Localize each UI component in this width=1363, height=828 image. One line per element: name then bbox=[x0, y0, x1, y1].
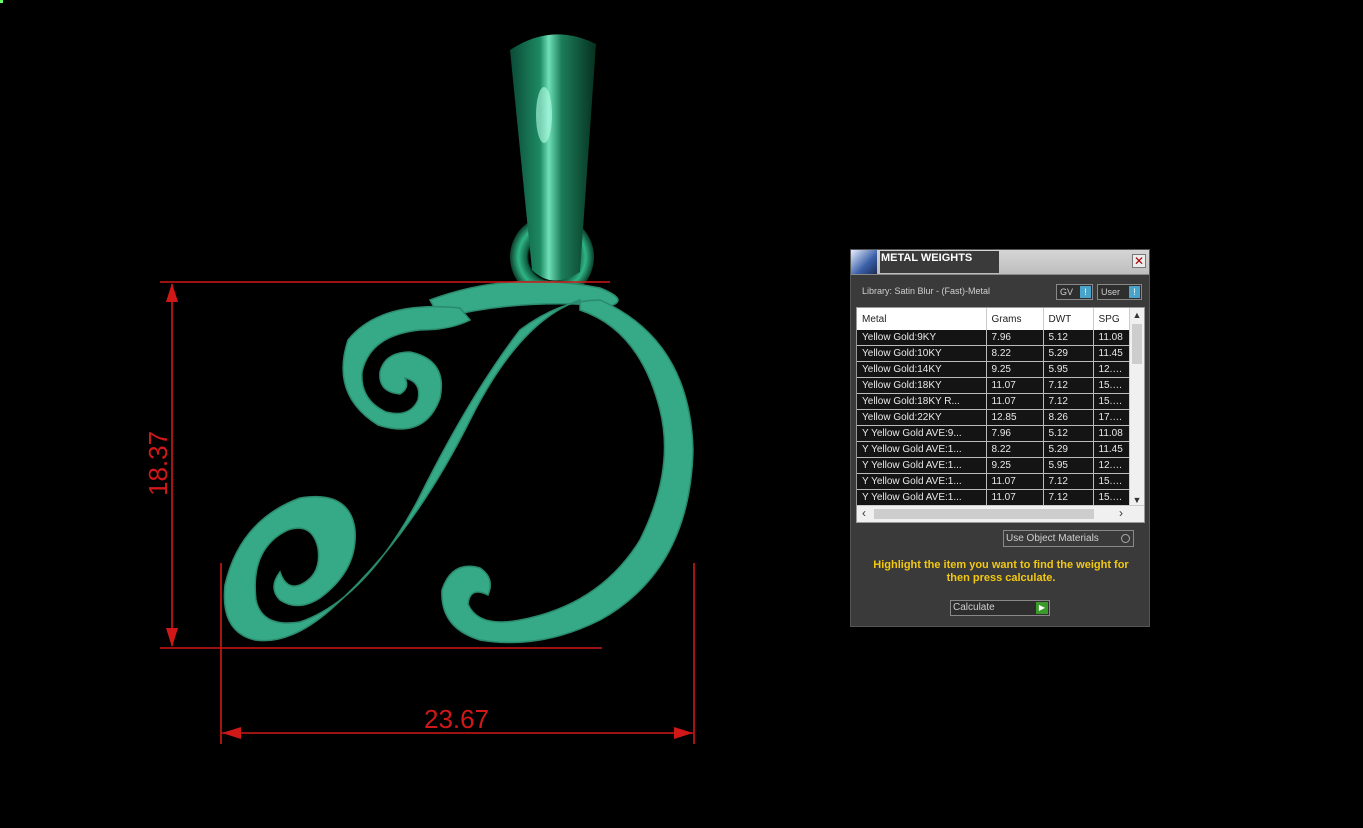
cell-grams: 9.25 bbox=[986, 457, 1044, 474]
cell-grams: 7.96 bbox=[986, 330, 1044, 346]
cell-grams: 11.07 bbox=[986, 489, 1044, 506]
app-logo-icon bbox=[851, 250, 877, 274]
cell-grams: 8.22 bbox=[986, 441, 1044, 458]
pendant-letter-d bbox=[223, 280, 694, 644]
table-row[interactable]: Yellow Gold:18KY 11.07 7.12 15.41 bbox=[857, 377, 1130, 394]
radio-icon[interactable] bbox=[1121, 534, 1130, 543]
close-icon: ✕ bbox=[1133, 254, 1145, 268]
cell-metal: Yellow Gold:9KY bbox=[857, 330, 987, 346]
hint-text: Highlight the item you want to find the … bbox=[873, 559, 1129, 584]
table-row[interactable]: Y Yellow Gold AVE:1... 11.07 7.12 15.41 bbox=[857, 473, 1130, 490]
cell-dwt: 8.26 bbox=[1043, 409, 1094, 426]
cell-grams: 11.07 bbox=[986, 393, 1044, 410]
dimension-height-label: 18.37 bbox=[143, 431, 173, 496]
user-toggle[interactable]: User ! bbox=[1097, 284, 1142, 300]
table-row[interactable]: Y Yellow Gold AVE:1... 9.25 5.95 12.88 bbox=[857, 457, 1130, 474]
dimension-width-label: 23.67 bbox=[424, 704, 489, 734]
close-button[interactable]: ✕ bbox=[1132, 254, 1146, 268]
cell-spg: 15.41 bbox=[1093, 393, 1130, 410]
cell-grams: 7.96 bbox=[986, 425, 1044, 442]
vertical-scrollbar[interactable]: ▲ ▼ bbox=[1129, 308, 1144, 507]
metal-weights-panel: METAL WEIGHTS ✕ Library: Satin Blur - (F… bbox=[850, 249, 1150, 627]
cell-metal: Yellow Gold:18KY R... bbox=[857, 393, 987, 410]
cell-grams: 11.07 bbox=[986, 377, 1044, 394]
cell-metal: Y Yellow Gold AVE:1... bbox=[857, 473, 987, 490]
cell-metal: Yellow Gold:10KY bbox=[857, 345, 987, 362]
table-row[interactable]: Yellow Gold:22KY 12.85 8.26 17.89 bbox=[857, 409, 1130, 426]
cell-metal: Yellow Gold:14KY bbox=[857, 361, 987, 378]
panel-titlebar[interactable]: METAL WEIGHTS ✕ bbox=[851, 250, 1149, 275]
cell-dwt: 5.95 bbox=[1043, 361, 1094, 378]
cell-dwt: 5.12 bbox=[1043, 425, 1094, 442]
table-row[interactable]: Yellow Gold:18KY R... 11.07 7.12 15.41 bbox=[857, 393, 1130, 410]
scroll-up-icon[interactable]: ▲ bbox=[1130, 308, 1144, 322]
cell-spg: 15.41 bbox=[1093, 489, 1130, 506]
3d-viewport[interactable]: 18.37 23.67 bbox=[0, 0, 1363, 828]
cell-metal: Yellow Gold:22KY bbox=[857, 409, 987, 426]
use-object-materials-option[interactable]: Use Object Materials bbox=[1003, 530, 1134, 547]
horizontal-scrollbar[interactable]: ‹ › bbox=[857, 505, 1144, 522]
gv-label: GV bbox=[1060, 287, 1074, 297]
table-row[interactable]: Y Yellow Gold AVE:1... 11.07 7.12 15.41 bbox=[857, 489, 1130, 506]
vertical-scroll-thumb[interactable] bbox=[1132, 324, 1142, 364]
cell-dwt: 5.29 bbox=[1043, 441, 1094, 458]
cell-grams: 11.07 bbox=[986, 473, 1044, 490]
play-icon: ▶ bbox=[1036, 602, 1048, 614]
cell-dwt: 7.12 bbox=[1043, 489, 1094, 506]
column-header-grams[interactable]: Grams bbox=[986, 308, 1044, 330]
user-label: User bbox=[1101, 287, 1121, 297]
library-label: Library: Satin Blur - (Fast)-Metal bbox=[862, 286, 991, 296]
table-row[interactable]: Y Yellow Gold AVE:9... 7.96 5.12 11.08 bbox=[857, 425, 1130, 442]
column-header-metal[interactable]: Metal bbox=[857, 308, 987, 330]
cell-spg: 15.41 bbox=[1093, 377, 1130, 394]
cell-grams: 9.25 bbox=[986, 361, 1044, 378]
pendant-bail bbox=[510, 34, 596, 299]
scroll-left-icon[interactable]: ‹ bbox=[857, 506, 871, 522]
cell-dwt: 7.12 bbox=[1043, 393, 1094, 410]
gv-toggle-icon: ! bbox=[1080, 286, 1091, 298]
cell-metal: Y Yellow Gold AVE:1... bbox=[857, 489, 987, 506]
column-header-spg[interactable]: SPG bbox=[1093, 308, 1130, 330]
metal-table[interactable]: Metal Grams DWT SPG Yellow Gold:9KY 7.96 5… bbox=[856, 307, 1145, 523]
cell-dwt: 5.95 bbox=[1043, 457, 1094, 474]
cell-dwt: 5.12 bbox=[1043, 330, 1094, 346]
calculate-button[interactable]: Calculate ▶ bbox=[950, 600, 1050, 616]
cell-spg: 11.45 bbox=[1093, 345, 1130, 362]
column-header-dwt[interactable]: DWT bbox=[1043, 308, 1094, 330]
cell-dwt: 7.12 bbox=[1043, 473, 1094, 490]
table-row[interactable]: Yellow Gold:14KY 9.25 5.95 12.88 bbox=[857, 361, 1130, 378]
gv-toggle[interactable]: GV ! bbox=[1056, 284, 1093, 300]
use-object-materials-label: Use Object Materials bbox=[1006, 533, 1099, 544]
cell-grams: 8.22 bbox=[986, 345, 1044, 362]
panel-title: METAL WEIGHTS bbox=[880, 251, 999, 273]
table-row[interactable]: Y Yellow Gold AVE:1... 8.22 5.29 11.45 bbox=[857, 441, 1130, 458]
cell-spg: 12.88 bbox=[1093, 457, 1130, 474]
cell-spg: 11.08 bbox=[1093, 425, 1130, 442]
user-toggle-icon: ! bbox=[1129, 286, 1140, 298]
cell-metal: Y Yellow Gold AVE:1... bbox=[857, 441, 987, 458]
cell-dwt: 5.29 bbox=[1043, 345, 1094, 362]
table-header-row: Metal Grams DWT SPG bbox=[857, 308, 1130, 330]
cell-metal: Yellow Gold:18KY bbox=[857, 377, 987, 394]
cell-spg: 15.41 bbox=[1093, 473, 1130, 490]
cell-spg: 12.88 bbox=[1093, 361, 1130, 378]
cell-spg: 11.45 bbox=[1093, 441, 1130, 458]
table-row[interactable]: Yellow Gold:9KY 7.96 5.12 11.08 bbox=[857, 330, 1130, 346]
cell-spg: 11.08 bbox=[1093, 330, 1130, 346]
cell-grams: 12.85 bbox=[986, 409, 1044, 426]
cell-spg: 17.89 bbox=[1093, 409, 1130, 426]
cell-metal: Y Yellow Gold AVE:9... bbox=[857, 425, 987, 442]
horizontal-scroll-thumb[interactable] bbox=[874, 509, 1094, 519]
cell-metal: Y Yellow Gold AVE:1... bbox=[857, 457, 987, 474]
calculate-label: Calculate bbox=[953, 602, 995, 613]
cell-dwt: 7.12 bbox=[1043, 377, 1094, 394]
scroll-right-icon[interactable]: › bbox=[1114, 506, 1128, 522]
table-row[interactable]: Yellow Gold:10KY 8.22 5.29 11.45 bbox=[857, 345, 1130, 362]
